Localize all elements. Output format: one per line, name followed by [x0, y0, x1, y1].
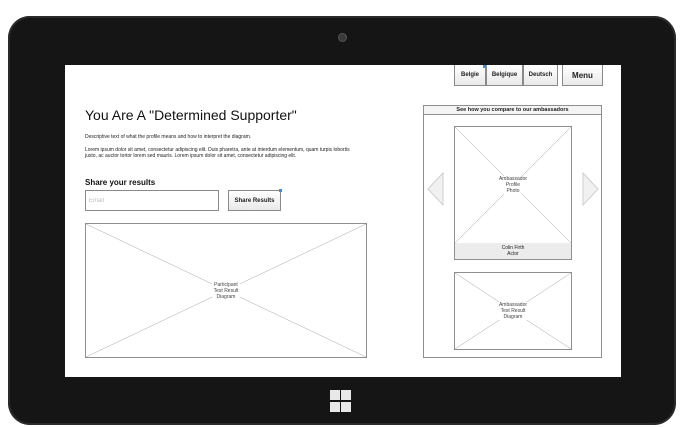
ambassador-profile-photo: Ambassador Profile Photo — [454, 126, 572, 244]
profile-body-text: Lorem ipsum dolor sit amet, consectetur … — [85, 147, 350, 159]
ambassador-result-diagram: Ambassador Test Result Diagram — [454, 272, 572, 350]
next-arrow-icon[interactable] — [582, 172, 599, 206]
share-heading: Share your results — [85, 178, 156, 187]
share-results-button[interactable]: Share Results — [228, 190, 281, 211]
diagram-label: Participant Test Result Diagram — [212, 281, 240, 300]
lang-button-belgique[interactable]: Belgique — [486, 65, 523, 86]
previous-arrow-icon[interactable] — [427, 172, 444, 206]
photo-label: Ambassador Profile Photo — [497, 176, 529, 194]
lang-label: Belgie — [460, 72, 479, 78]
ambassador-caption: Colin Firth Actor — [454, 243, 572, 260]
ambassador-panel: See how you compare to our ambassadors A… — [423, 105, 602, 358]
selection-marker — [279, 189, 282, 192]
windows-start-icon[interactable] — [330, 390, 352, 412]
app-screen: Belgie Belgique Deutsch Menu You Are A "… — [65, 65, 621, 377]
diagram-label: Ambassador Test Result Diagram — [497, 302, 529, 320]
participant-result-diagram: Participant Test Result Diagram — [85, 223, 367, 358]
lang-button-belgie[interactable]: Belgie — [454, 65, 486, 86]
ambassador-role: Actor — [507, 251, 519, 257]
menu-label: Menu — [572, 70, 593, 80]
lang-label: Deutsch — [528, 72, 553, 78]
menu-button[interactable]: Menu — [562, 65, 603, 86]
share-button-label: Share Results — [234, 197, 275, 204]
profile-description: Descriptive text of what the profile mea… — [85, 134, 252, 140]
email-field[interactable] — [85, 190, 219, 211]
ambassador-panel-header: See how you compare to our ambassadors — [424, 106, 601, 115]
lang-label: Belgique — [491, 72, 518, 78]
lang-button-deutsch[interactable]: Deutsch — [523, 65, 558, 86]
camera-icon — [339, 34, 346, 41]
page-title: You Are A "Determined Supporter" — [85, 107, 297, 123]
